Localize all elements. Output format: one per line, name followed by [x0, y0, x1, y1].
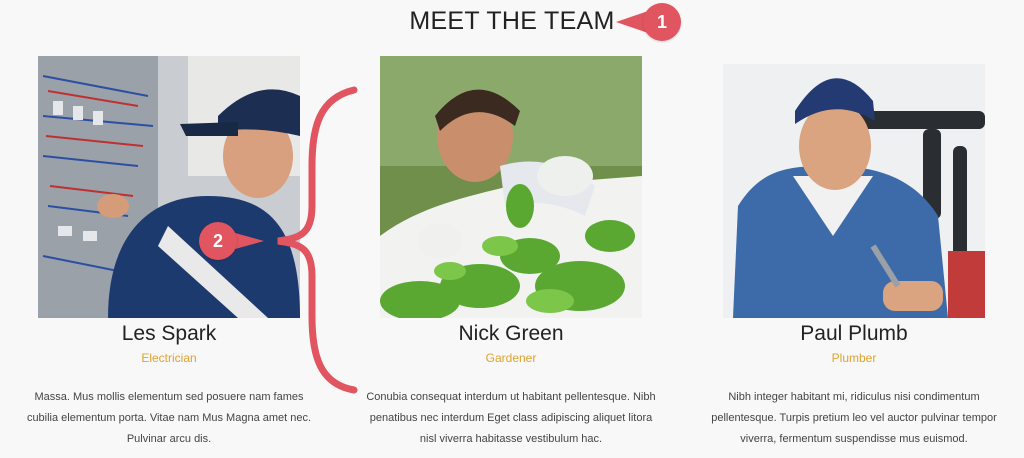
page-title: MEET THE TEAM: [409, 7, 615, 35]
member-role: Plumber: [831, 351, 877, 365]
member-description: Nibh integer habitant mi, ridiculus nisi…: [711, 391, 997, 445]
team-member-card: Nick Green Gardener Conubia consequat in…: [361, 56, 661, 450]
team-member-card: Paul Plumb Plumber Nibh integer habitant…: [704, 56, 1004, 450]
member-name: Paul Plumb: [800, 322, 908, 345]
member-description: Massa. Mus mollis elementum sed posuere …: [26, 391, 312, 445]
callout-2-badge: 2: [199, 222, 237, 260]
member-description: Conubia consequat interdum ut habitant p…: [366, 391, 656, 445]
callout-1-badge: 1: [643, 3, 681, 41]
member-name: Nick Green: [458, 322, 564, 345]
curly-brace-annotation: [277, 86, 358, 394]
member-photo-gardener: [380, 56, 642, 318]
member-photo-plumber: [723, 56, 985, 318]
member-photo-electrician: [38, 56, 300, 318]
member-role: Gardener: [485, 351, 537, 365]
